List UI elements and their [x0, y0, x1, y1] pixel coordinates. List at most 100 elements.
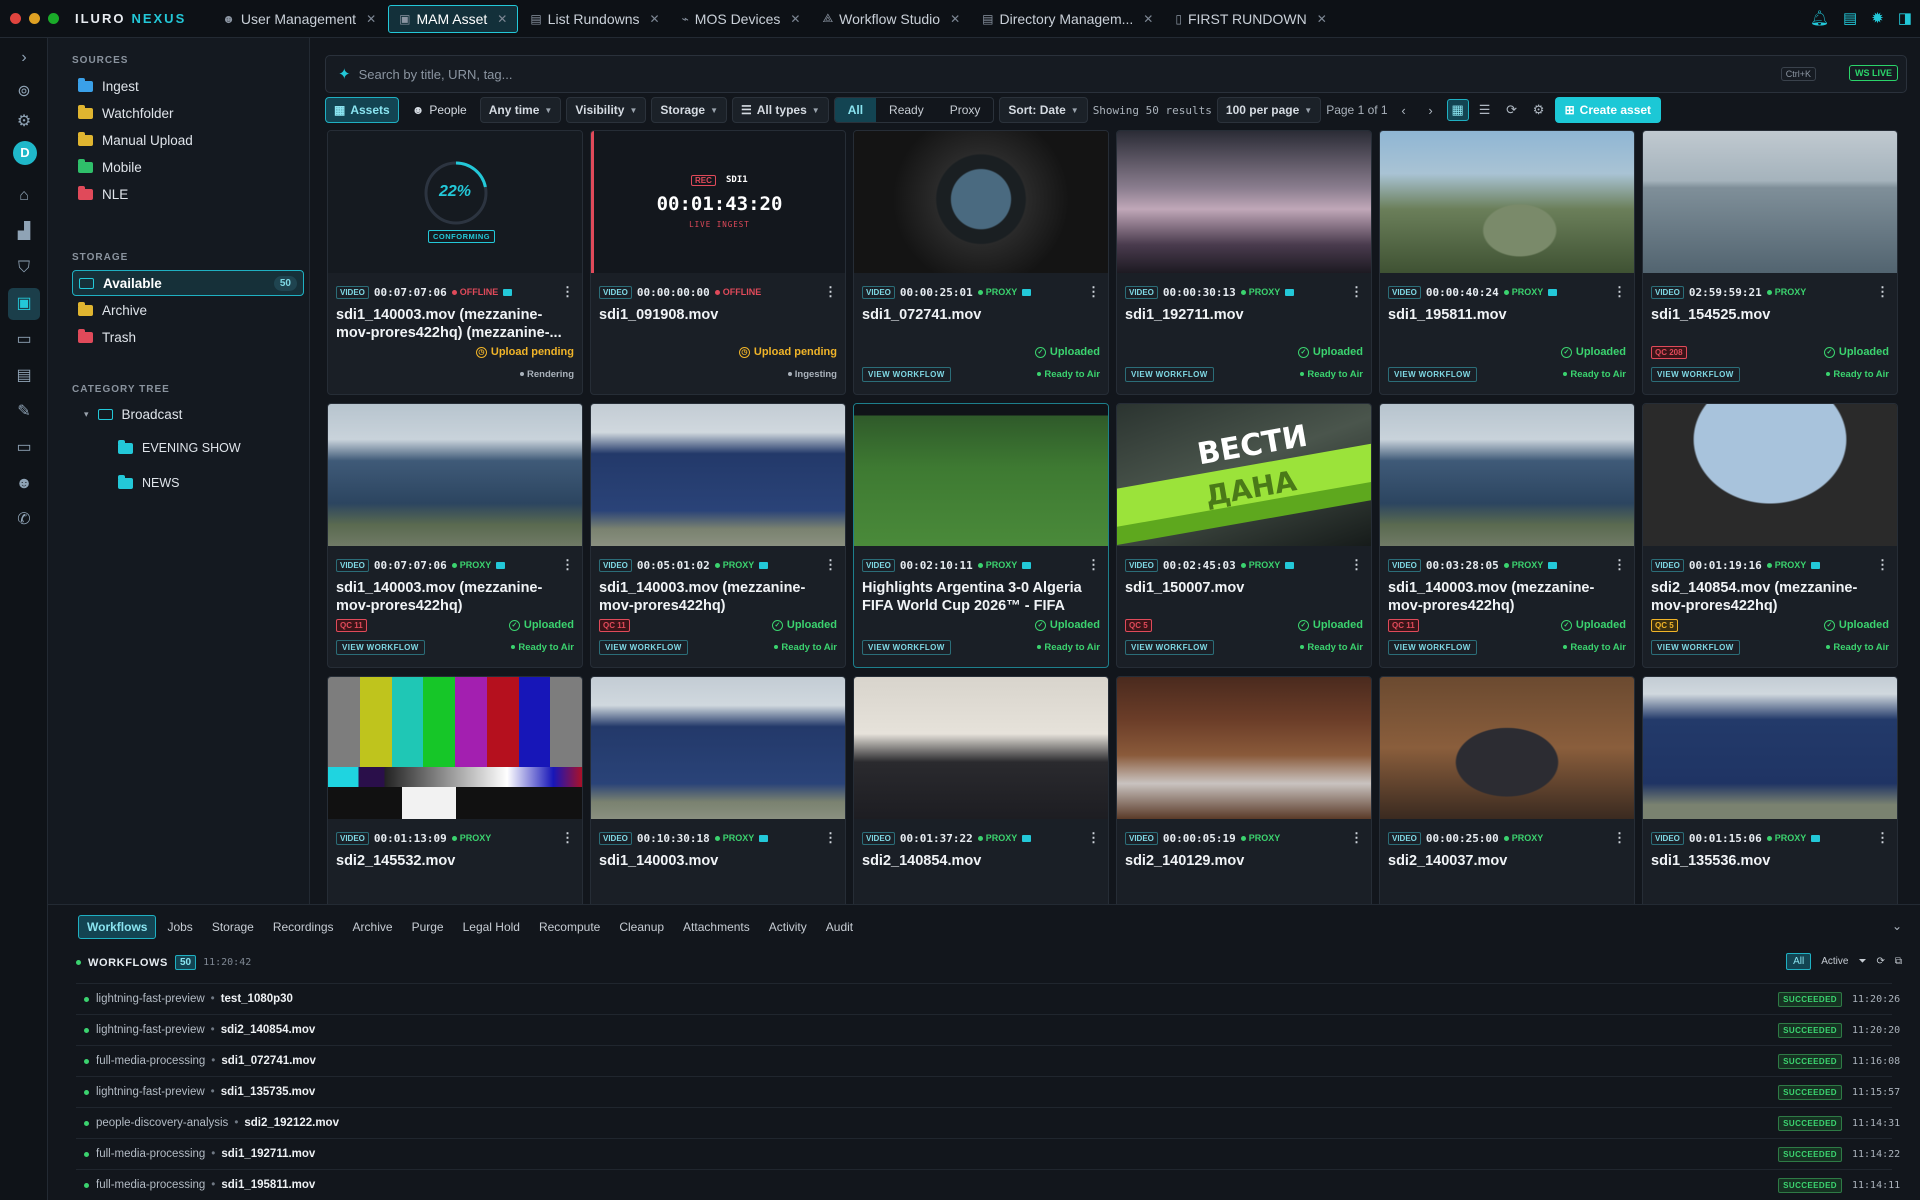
- asset-card[interactable]: VIDEO 00:01:13:09 PROXY ⋮ sdi2_145532.mov: [327, 676, 583, 904]
- view-workflow-button[interactable]: VIEW WORKFLOW: [1125, 366, 1214, 382]
- sidebar-item-trash[interactable]: Trash: [72, 324, 304, 350]
- tab-storage[interactable]: Storage: [204, 915, 262, 939]
- assets-toggle[interactable]: ▦ Assets: [325, 97, 399, 123]
- tab-attachments[interactable]: Attachments: [675, 915, 758, 939]
- more-menu-icon[interactable]: ⋮: [824, 284, 837, 300]
- tab-audit[interactable]: Audit: [818, 915, 861, 939]
- more-menu-icon[interactable]: ⋮: [1613, 830, 1626, 846]
- more-menu-icon[interactable]: ⋮: [1613, 284, 1626, 300]
- view-workflow-button[interactable]: VIEW WORKFLOW: [1388, 639, 1477, 655]
- filter-icon[interactable]: ⏷: [1858, 956, 1866, 967]
- tab-archive[interactable]: Archive: [345, 915, 401, 939]
- chart-icon[interactable]: ▟: [14, 222, 34, 242]
- workflow-row[interactable]: full-media-processing • sdi1_072741.mov SUC…: [76, 1045, 1900, 1076]
- more-menu-icon[interactable]: ⋮: [1876, 830, 1889, 846]
- broadcast-icon[interactable]: ⊚: [14, 82, 34, 102]
- tab-activity[interactable]: Activity: [761, 915, 815, 939]
- time-filter[interactable]: Any time ▼: [479, 97, 562, 123]
- view-workflow-button[interactable]: VIEW WORKFLOW: [862, 639, 951, 655]
- more-menu-icon[interactable]: ⋮: [561, 830, 574, 846]
- close-icon[interactable]: ✕: [1143, 12, 1153, 26]
- next-page-icon[interactable]: ›: [1420, 99, 1442, 121]
- refresh-icon[interactable]: ⟳: [1501, 99, 1523, 121]
- workflow-row[interactable]: full-media-processing • sdi1_192711.mov SUC…: [76, 1138, 1900, 1169]
- asset-thumbnail[interactable]: [328, 404, 582, 546]
- refresh-icon[interactable]: ⟳: [1876, 956, 1884, 967]
- workflow-row[interactable]: lightning-fast-preview • sdi2_140854.mov SU…: [76, 1014, 1900, 1045]
- asset-card[interactable]: VIDEO 00:00:05:19 PROXY ⋮ sdi2_140129.mov: [1116, 676, 1372, 904]
- filter-proxy[interactable]: Proxy: [937, 98, 994, 122]
- view-workflow-button[interactable]: VIEW WORKFLOW: [1388, 366, 1477, 382]
- visibility-filter[interactable]: Visibility ▼: [566, 97, 647, 123]
- external-link-icon[interactable]: ⧉: [1895, 956, 1902, 967]
- avatar[interactable]: D: [13, 141, 37, 165]
- media-icon[interactable]: ▣: [8, 288, 40, 320]
- asset-thumbnail[interactable]: REC SDI1 00:01:43:20 LIVE INGEST: [591, 131, 845, 273]
- view-workflow-button[interactable]: VIEW WORKFLOW: [1651, 366, 1740, 382]
- tab-3[interactable]: ⌁ MOS Devices ✕: [672, 5, 811, 33]
- workflow-row[interactable]: people-discovery-analysis • sdi2_192122.mo…: [76, 1107, 1900, 1138]
- more-menu-icon[interactable]: ⋮: [824, 557, 837, 573]
- filter-ready[interactable]: Ready: [876, 98, 937, 122]
- sidebar-item-watchfolder[interactable]: Watchfolder: [72, 100, 304, 126]
- more-menu-icon[interactable]: ⋮: [1350, 830, 1363, 846]
- filter-active-button[interactable]: Active: [1821, 956, 1848, 967]
- close-icon[interactable]: ✕: [790, 12, 800, 26]
- minimize-window-button[interactable]: [29, 13, 40, 24]
- search-input[interactable]: [358, 66, 1659, 82]
- asset-thumbnail[interactable]: [1380, 404, 1634, 546]
- asset-thumbnail[interactable]: [854, 404, 1108, 546]
- more-menu-icon[interactable]: ⋮: [1350, 557, 1363, 573]
- sun-icon[interactable]: ✹: [1871, 9, 1884, 27]
- asset-thumbnail[interactable]: [1117, 677, 1371, 819]
- tab-workflows[interactable]: Workflows: [78, 915, 157, 939]
- storage-filter[interactable]: Storage ▼: [651, 97, 727, 123]
- asset-thumbnail[interactable]: 22% CONFORMING: [328, 131, 582, 273]
- tab-legal-hold[interactable]: Legal Hold: [455, 915, 528, 939]
- type-filter[interactable]: ☰ All types ▼: [732, 97, 829, 123]
- asset-card[interactable]: VIDEO 00:05:01:02 PROXY ⋮ sdi1_140003.mov (m…: [590, 403, 846, 668]
- asset-card[interactable]: VIDEO 00:01:15:06 PROXY ⋮ sdi1_135536.mov: [1642, 676, 1898, 904]
- sidebar-item-ingest[interactable]: Ingest: [72, 73, 304, 99]
- workflow-row[interactable]: full-media-processing • sdi1_195811.mov SUC…: [76, 1169, 1900, 1200]
- asset-card[interactable]: 22% CONFORMING VIDEO 00:07:07:06 OFFLINE ⋮ sdi…: [327, 130, 583, 395]
- grid-view-icon[interactable]: ▦: [1446, 99, 1469, 121]
- tab-1[interactable]: ▣ MAM Asset ✕: [388, 4, 519, 33]
- asset-card[interactable]: VIDEO 00:00:25:00 PROXY ⋮ sdi2_140037.mov: [1379, 676, 1635, 904]
- more-menu-icon[interactable]: ⋮: [561, 284, 574, 300]
- close-window-button[interactable]: [10, 13, 21, 24]
- close-icon[interactable]: ✕: [497, 12, 507, 26]
- tab-purge[interactable]: Purge: [404, 915, 452, 939]
- panel-icon[interactable]: ◨: [1898, 9, 1912, 27]
- close-icon[interactable]: ✕: [650, 12, 660, 26]
- chevron-down-icon[interactable]: ⌄: [1892, 919, 1902, 933]
- more-menu-icon[interactable]: ⋮: [561, 557, 574, 573]
- tab-recordings[interactable]: Recordings: [265, 915, 342, 939]
- close-icon[interactable]: ✕: [950, 12, 960, 26]
- tab-recompute[interactable]: Recompute: [531, 915, 608, 939]
- home-icon[interactable]: ⌂: [14, 186, 34, 206]
- asset-card[interactable]: VIDEO 00:02:10:11 PROXY ⋮ Highlights Argenti…: [853, 403, 1109, 668]
- asset-card[interactable]: VIDEO 00:00:30:13 PROXY ⋮ sdi1_192711.mov ✓ Up…: [1116, 130, 1372, 395]
- asset-card[interactable]: VIDEO 00:07:07:06 PROXY ⋮ sdi1_140003.mov (m…: [327, 403, 583, 668]
- tab-2[interactable]: ▤ List Rundowns ✕: [520, 5, 669, 33]
- asset-thumbnail[interactable]: [1643, 131, 1897, 273]
- asset-card[interactable]: VIDEO 00:00:40:24 PROXY ⋮ sdi1_195811.mov ✓ Up…: [1379, 130, 1635, 395]
- asset-thumbnail[interactable]: [1380, 677, 1634, 819]
- asset-card[interactable]: VIDEO 00:00:25:01 PROXY ⋮ sdi1_072741.mov ✓ Up…: [853, 130, 1109, 395]
- maximize-window-button[interactable]: [48, 13, 59, 24]
- people-icon[interactable]: ☻: [14, 474, 34, 494]
- list-view-icon[interactable]: ☰: [1474, 99, 1496, 121]
- more-menu-icon[interactable]: ⋮: [1087, 557, 1100, 573]
- more-menu-icon[interactable]: ⋮: [1613, 557, 1626, 573]
- asset-thumbnail[interactable]: [1380, 131, 1634, 273]
- sidebar-item-nle[interactable]: NLE: [72, 181, 304, 207]
- asset-thumbnail[interactable]: [591, 404, 845, 546]
- view-workflow-button[interactable]: VIEW WORKFLOW: [599, 639, 688, 655]
- asset-thumbnail[interactable]: [1117, 131, 1371, 273]
- more-menu-icon[interactable]: ⋮: [1350, 284, 1363, 300]
- tab-5[interactable]: ▤ Directory Managem... ✕: [972, 5, 1163, 33]
- per-page-dropdown[interactable]: 100 per page ▼: [1216, 97, 1322, 123]
- asset-thumbnail[interactable]: [1643, 404, 1897, 546]
- close-icon[interactable]: ✕: [1317, 12, 1327, 26]
